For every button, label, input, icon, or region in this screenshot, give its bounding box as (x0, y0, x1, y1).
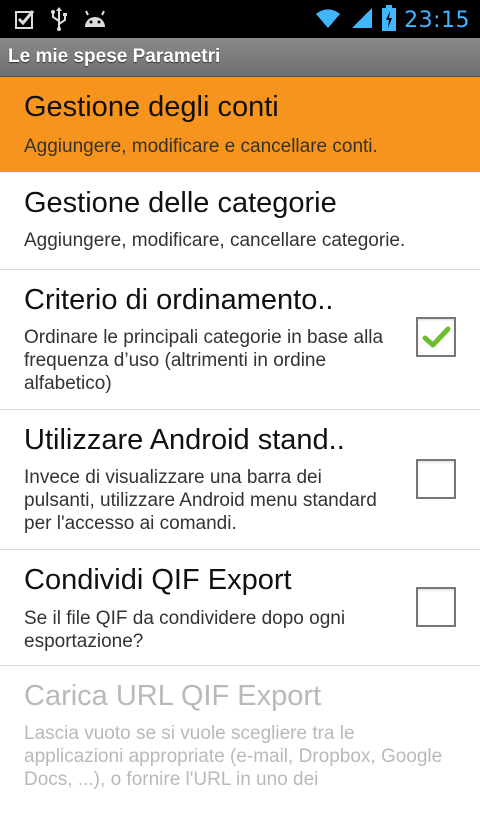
pref-summary: Invece di visualizzare una barra dei pul… (24, 467, 377, 534)
checkbox-notification-icon (14, 8, 36, 34)
pref-title: Condividi QIF Export (24, 564, 292, 596)
clock: 23:15 (404, 7, 470, 33)
pref-manage-categories[interactable]: Gestione delle categorie Aggiungere, mod… (0, 172, 480, 270)
status-bar: 23:15 (0, 0, 480, 38)
pref-summary: Aggiungere, modificare e cancellare cont… (24, 136, 378, 157)
pref-manage-accounts[interactable]: Gestione degli conti Aggiungere, modific… (0, 77, 480, 172)
usb-icon (50, 7, 68, 35)
android-debug-icon (82, 9, 108, 33)
share-qif-export-checkbox[interactable] (416, 587, 456, 627)
android-standard-menu-checkbox[interactable] (416, 459, 456, 499)
pref-share-qif-export[interactable]: Condividi QIF Export Se il file QIF da c… (0, 550, 480, 666)
pref-sort-criteria[interactable]: Criterio di ordinamento.. Ordinare le pr… (0, 270, 480, 410)
pref-upload-url-qif-export: Carica URL QIF Export Lascia vuoto se si… (0, 666, 480, 826)
signal-icon (350, 6, 374, 34)
pref-summary: Lascia vuoto se si vuole scegliere tra l… (24, 723, 443, 790)
wifi-icon (314, 6, 342, 34)
pref-summary: Ordinare le principali categorie in base… (24, 327, 384, 394)
checkmark-icon (422, 326, 451, 348)
title-bar: Le mie spese Parametri (0, 38, 480, 77)
sort-criteria-checkbox[interactable] (416, 317, 456, 357)
pref-title: Gestione delle categorie (24, 187, 337, 219)
pref-summary: Se il file QIF da condividere dopo ogni … (24, 608, 346, 652)
pref-android-standard-menu[interactable]: Utilizzare Android stand.. Invece di vis… (0, 410, 480, 550)
pref-summary: Aggiungere, modificare, cancellare categ… (24, 230, 406, 251)
page-title: Le mie spese Parametri (8, 46, 221, 67)
battery-charging-icon (382, 5, 397, 35)
pref-title: Carica URL QIF Export (24, 680, 322, 712)
preference-list: Gestione degli conti Aggiungere, modific… (0, 77, 480, 826)
pref-title: Criterio di ordinamento.. (24, 284, 334, 316)
pref-title: Utilizzare Android stand.. (24, 424, 345, 456)
pref-title: Gestione degli conti (24, 91, 279, 123)
